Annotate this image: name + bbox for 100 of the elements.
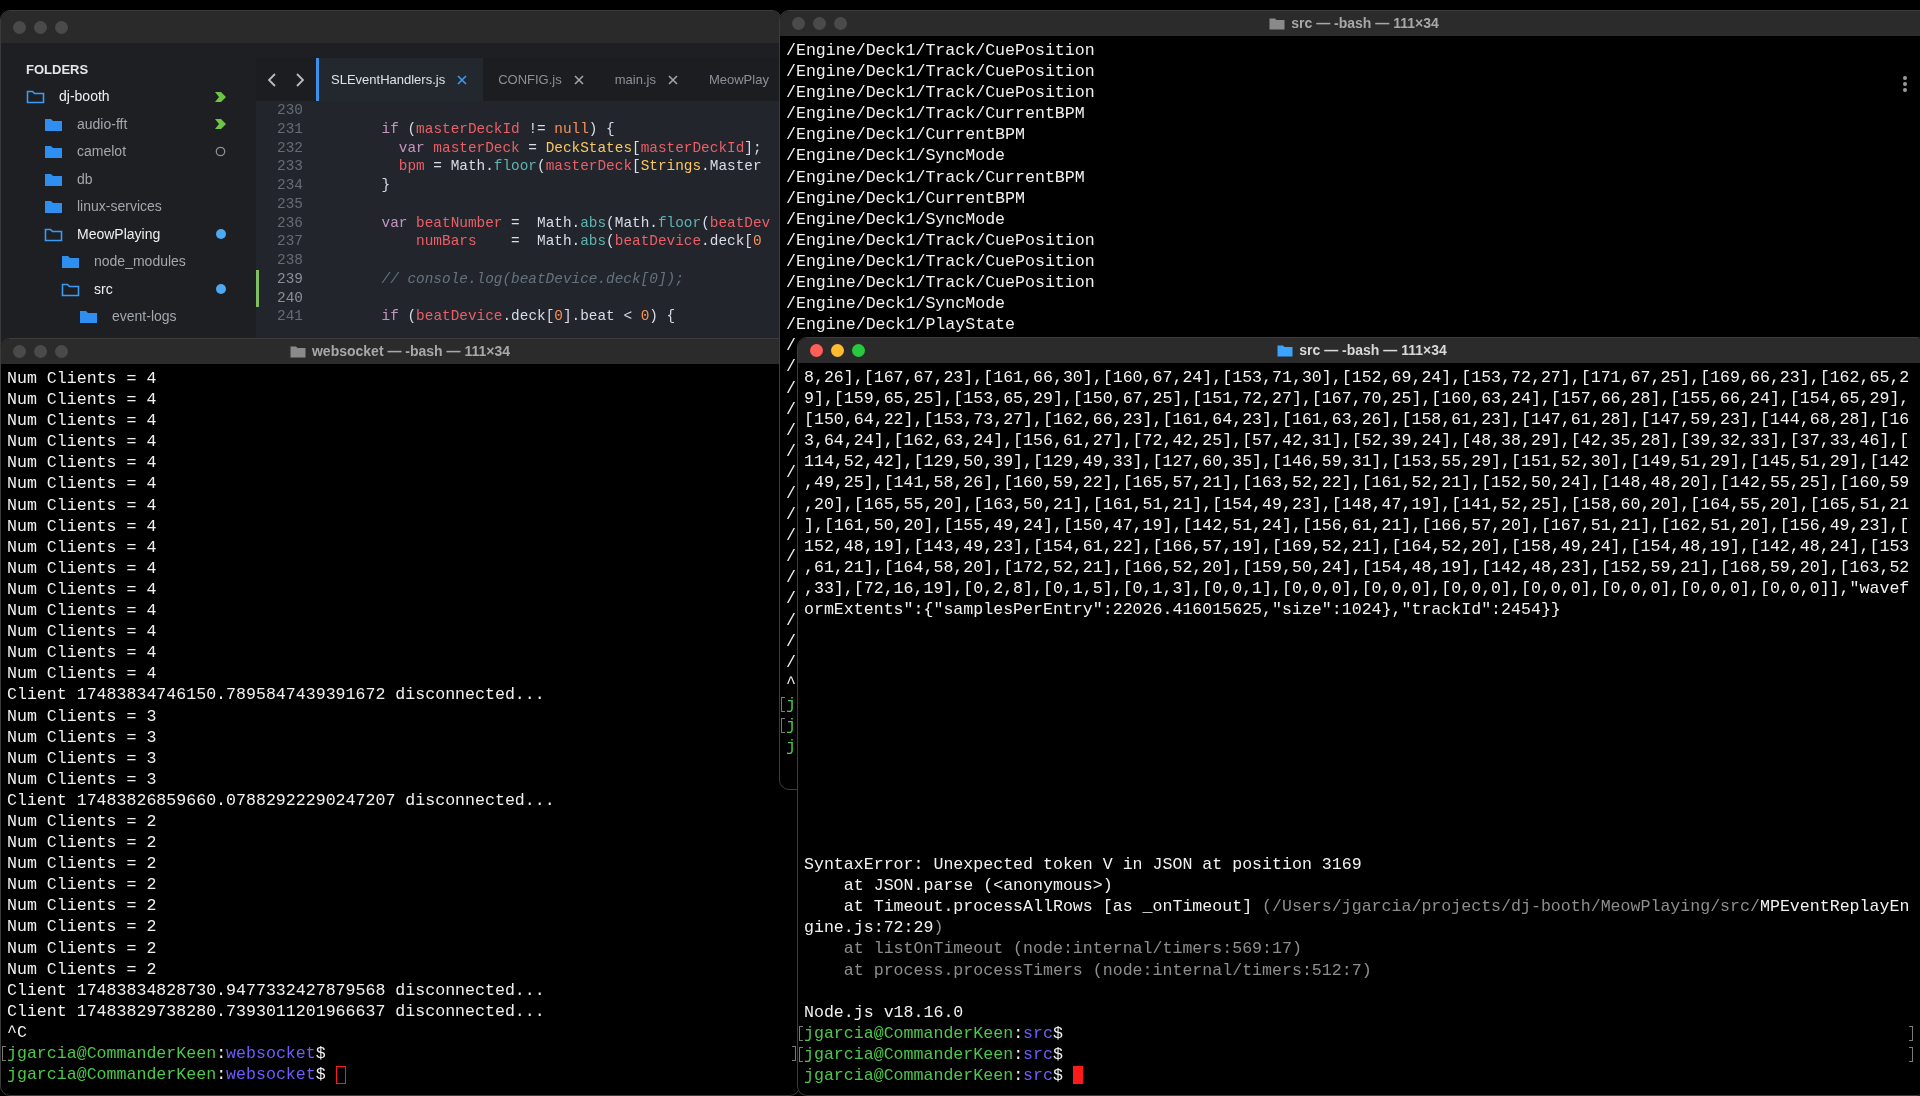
output-line: /Engine/Deck1/SyncMode [786,293,1006,315]
output-line: Num Clients = 4 [7,642,157,664]
output-line: Num Clients = 4 [7,515,157,537]
output-line: /Engine/Deck1/CurrentBPM [786,124,1025,146]
prompt-line: jgarcia@CommanderKeen:src$ [804,1043,1063,1065]
folder-item[interactable]: linux-services [77,196,226,218]
code-line: bpm = Math.floor(masterDeck[Strings.Master [397,157,762,176]
output-line: / [786,630,796,652]
output-line: /Engine/Deck1/PlayState [786,314,1016,336]
output-line: /Engine/Deck1/Track/CuePosition [786,82,1095,104]
line-number: 237 [277,233,303,250]
output-line: / [786,335,796,357]
output-line: Num Clients = 3 [7,768,157,790]
window-title: src — -bash — 111×34 [1291,14,1439,33]
output-line: /Engine/Deck1/Track/CuePosition [786,272,1095,294]
output-line: / [786,482,796,505]
output-line: Num Clients = 2 [7,958,157,980]
line-number: 236 [277,214,303,231]
code-line: var masterDeck = DeckStates[masterDeckId]; [397,138,762,158]
output-line: at Timeout.processAllRows [as _onTimeout] (/Users/jgarcia/projects/dj-booth/MeowPlaying/src/MPEventReplayEn [842,896,1910,918]
code-line: } [380,176,391,195]
output-line: Num Clients = 2 [7,916,157,938]
output-line: ,49,25],[141,58,26],[160,59,22],[165,57,21],[163,52,22],[161,52,21],[152,50,24],[148,48,20],[142,55,25],[160,59 [804,472,1910,494]
folder-item[interactable]: src [94,278,216,300]
output-line: / [786,504,796,526]
prompt-line: jgarcia@CommanderKeen:websocket$ [7,1064,326,1086]
prompt-line: jgarcia@CommanderKeen:src$ [804,1022,1063,1044]
output-line: ^ [786,672,796,694]
output-line: ,61,21],[164,58,20],[172,52,21],[166,52,20],[159,50,24],[154,48,19],[142,48,23],[152,59,21],[168,59,20],[163,52 [804,556,1910,578]
prompt-line: j [786,736,796,758]
output-line: Num Clients = 4 [7,452,157,474]
output-line: at process.processTimers (node:internal/timers:512:7) [842,959,1372,981]
editor-tab[interactable]: MeowPlay [693,58,769,101]
editor-tab[interactable]: CONFIG.js [483,58,600,101]
prompt-line: jgarcia@CommanderKeen:src$ [804,1064,1063,1086]
output-line: /Engine/Deck1/CurrentBPM [786,187,1025,209]
output-line: 9],[159,65,25],[153,65,29],[150,67,25],[151,72,27],[167,70,25],[160,63,24],[157,66,28],[155,66,24],[154,65,29], [804,388,1910,410]
close-icon[interactable] [573,74,584,85]
folder-item[interactable]: camelot [77,141,215,163]
folder-item[interactable]: dj-booth [59,86,215,108]
output-line: / [786,546,796,568]
minimize-button[interactable] [831,344,844,357]
output-line: Num Clients = 3 [7,705,157,727]
output-line: ,20],[165,55,20],[163,50,21],[161,51,21],[154,49,23],[148,47,19],[141,52,25],[158,60,20],[164,55,20],[165,51,21 [804,493,1910,515]
output-line: Node.js v18.16.0 [804,1001,964,1023]
output-line: Client 17483826859660.07882922290247207 disconnected... [7,789,555,811]
editor-tab[interactable]: main.js [599,58,694,101]
prompt-line: jgarcia@CommanderKeen:websocket$ [7,1043,326,1065]
output-line: / [786,377,796,399]
line-number: 239 [277,270,303,287]
output-line: / [786,525,796,547]
output-line: Num Clients = 4 [7,536,157,558]
line-number: 233 [277,158,303,175]
output-line: Num Clients = 4 [7,410,157,432]
output-line: ormExtents":{"samplesPerEntry":22026.416015625,"size":1024},"trackId":2454}} [804,599,1561,621]
output-line: Num Clients = 2 [7,937,157,959]
prompt-line: j [786,715,796,737]
output-line: Num Clients = 2 [7,874,157,896]
output-line: 152,48,19],[143,49,23],[154,61,22],[166,57,19],[169,52,21],[164,52,20],[158,49,24],[154,48,19],[142,48,24],[153 [804,535,1910,557]
window-title: src — -bash — 111×34 [1299,341,1447,360]
line-number: 238 [277,252,303,268]
output-line: Client 17483834828730.9477332427879568 disconnected... [7,979,545,1001]
output-line: /Engine/Deck1/Track/CuePosition [786,61,1095,83]
output-line: /Engine/Deck1/Track/CurrentBPM [786,166,1085,188]
close-icon[interactable] [667,74,678,85]
output-line: SyntaxError: Unexpected token V in JSON at position 3169 [804,854,1362,876]
output-line: Num Clients = 2 [7,853,157,875]
zoom-button[interactable] [852,344,865,357]
output-line: /Engine/Deck1/Track/CurrentBPM [786,103,1085,125]
output-line: at listOnTimeout (node:internal/timers:569:17) [842,938,1302,960]
output-line: /Engine/Deck1/SyncMode [786,145,1006,167]
folder-item[interactable]: MeowPlaying [77,223,216,245]
output-line: ],[161,50,20],[155,49,24],[150,47,19],[142,51,24],[156,61,21],[166,57,20],[167,51,21],[162,51,20],[156,49,23],[ [804,514,1910,536]
folder-item[interactable]: audio-fft [77,113,215,135]
output-line: Num Clients = 2 [7,810,157,833]
output-line: Num Clients = 3 [7,747,157,769]
code-line: numBars = Math.abs(beatDevice.deck[0 [415,232,762,251]
output-line: /Engine/Deck1/Track/CuePosition [786,40,1095,62]
output-line: Num Clients = 4 [7,389,157,411]
output-line: / [786,419,796,441]
output-line: Num Clients = 2 [7,895,157,917]
close-button[interactable] [810,344,823,357]
editor-tab[interactable]: SLEventHandlers.js [316,58,484,101]
folder-item[interactable]: db [77,168,226,190]
output-line: /Engine/Deck1/SyncMode [786,208,1006,230]
folder-item[interactable]: node_modules [94,251,226,273]
output-line: at JSON.parse (<anonymous>) [842,875,1113,897]
line-number: 232 [277,139,303,156]
output-line: / [786,398,796,420]
code-line: if (masterDeckId != null) { [380,119,615,139]
folder-item[interactable]: event-logs [112,306,226,328]
code-line: if (beatDevice.deck[0].beat < 0) { [380,307,676,326]
line-number: 230 [277,102,303,118]
line-number: 235 [277,195,303,212]
window-title: websocket — -bash — 111×34 [311,342,510,361]
close-icon[interactable] [457,74,468,85]
output-line: Num Clients = 4 [7,663,157,685]
output-line: / [786,588,796,610]
line-number: 234 [277,177,303,193]
output-line: Num Clients = 4 [7,578,157,601]
